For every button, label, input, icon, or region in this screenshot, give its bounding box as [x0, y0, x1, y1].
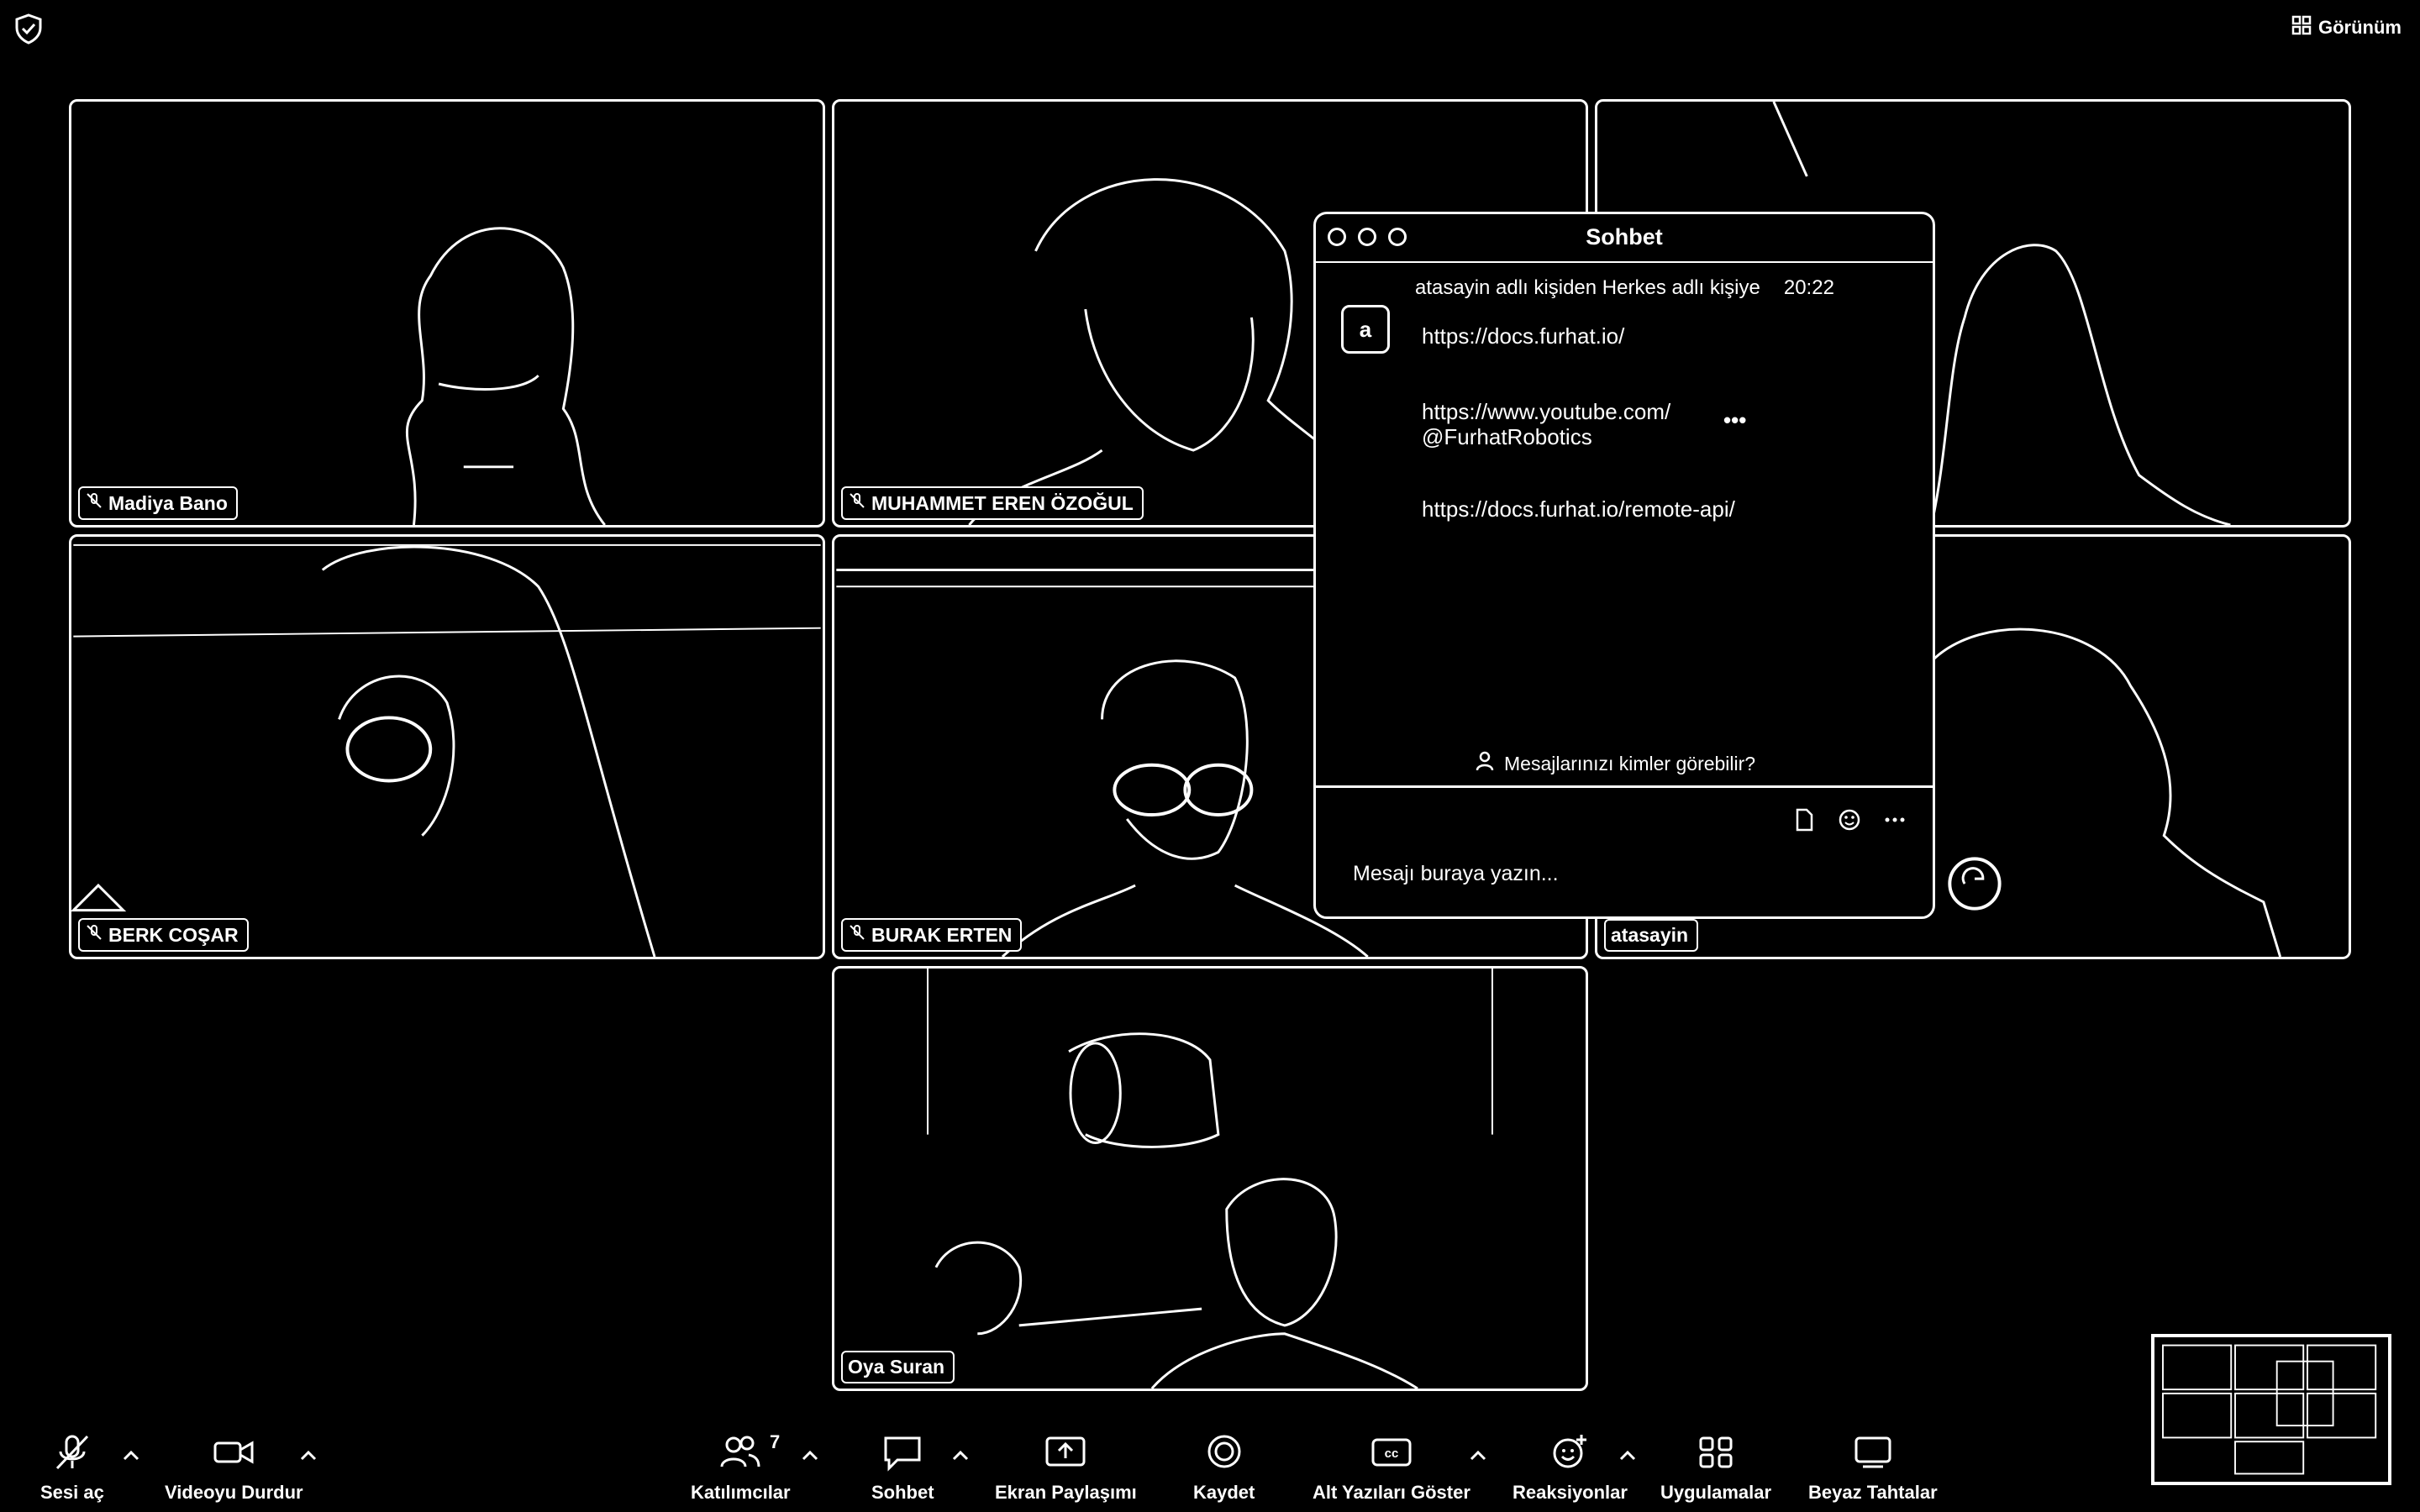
thumbnail-preview — [2162, 1344, 2377, 1475]
share-screen-button[interactable]: Ekran Paylaşımı — [995, 1433, 1137, 1504]
participant-name-tag: Madiya Bano — [78, 486, 238, 520]
participant-name-tag: Oya Suran — [841, 1351, 955, 1383]
stop-video-label: Videoyu Durdur — [165, 1482, 303, 1503]
participants-count: 7 — [770, 1431, 781, 1452]
message-header: atasayin adlı kişiden Herkes adlı kişiye… — [1415, 276, 1834, 300]
record-button[interactable]: Kaydet — [1193, 1433, 1255, 1504]
chevron-up-icon[interactable] — [299, 1450, 318, 1462]
message-link[interactable]: @FurhatRobotics — [1422, 424, 1592, 450]
message-more-button[interactable]: ••• — [1723, 407, 1746, 433]
security-shield-icon[interactable] — [12, 12, 45, 45]
chevron-up-icon[interactable] — [1469, 1450, 1487, 1462]
participant-name-tag: atasayin — [1604, 919, 1699, 952]
chat-titlebar[interactable]: Sohbet — [1316, 214, 1933, 263]
mic-muted-icon — [848, 491, 866, 515]
whiteboards-button[interactable]: Beyaz Tahtalar — [1808, 1433, 1938, 1504]
participant-video — [405, 227, 606, 525]
more-icon[interactable] — [1882, 807, 1907, 837]
captions-button[interactable]: cc Alt Yazıları Göster — [1313, 1433, 1470, 1504]
participant-video — [71, 543, 821, 957]
svg-text:cc: cc — [1385, 1446, 1399, 1461]
closed-captions-icon: cc — [1370, 1433, 1413, 1477]
participant-name: BERK COŞAR — [108, 923, 239, 946]
chevron-up-icon[interactable] — [1618, 1450, 1637, 1462]
mic-muted-icon — [848, 923, 866, 947]
reactions-label: Reaksiyonlar — [1512, 1482, 1628, 1503]
captions-label: Alt Yazıları Göster — [1313, 1482, 1470, 1503]
file-icon[interactable] — [1791, 807, 1817, 837]
participant-name: Oya Suran — [848, 1356, 945, 1378]
chat-label: Sohbet — [871, 1482, 934, 1503]
participant-name-tag: BERK COŞAR — [78, 918, 249, 952]
chat-divider — [1316, 785, 1933, 788]
share-screen-icon — [1044, 1433, 1087, 1477]
apps-label: Uygulamalar — [1660, 1482, 1772, 1503]
participants-icon — [718, 1433, 762, 1477]
mic-muted-icon — [50, 1433, 94, 1477]
record-label: Kaydet — [1193, 1482, 1255, 1503]
message-time: 20:22 — [1783, 276, 1834, 299]
participant-name: Madiya Bano — [108, 491, 228, 514]
chat-message-input[interactable] — [1351, 861, 1892, 887]
user-eye-icon — [1476, 750, 1497, 777]
participant-name-tag: BURAK ERTEN — [841, 918, 1023, 952]
stop-video-button[interactable]: Videoyu Durdur — [165, 1433, 303, 1504]
participants-label: Katılımcılar — [691, 1482, 791, 1503]
view-button[interactable]: Görünüm — [2291, 15, 2402, 40]
sender-avatar: a — [1341, 305, 1390, 354]
message-link[interactable]: https://docs.furhat.io/ — [1422, 323, 1624, 349]
video-tile[interactable]: Oya Suran — [832, 966, 1588, 1391]
mic-muted-icon — [85, 491, 103, 515]
emoji-icon[interactable] — [1837, 807, 1862, 837]
participant-video — [927, 969, 1493, 1389]
view-label: Görünüm — [2318, 17, 2402, 38]
whiteboard-icon — [1851, 1433, 1895, 1477]
whiteboards-label: Beyaz Tahtalar — [1808, 1482, 1938, 1503]
unmute-label: Sesi aç — [40, 1482, 104, 1503]
message-link[interactable]: https://www.youtube.com/ — [1422, 399, 1670, 425]
unmute-button[interactable]: Sesi aç — [40, 1433, 104, 1504]
self-view-thumbnail[interactable] — [2151, 1334, 2391, 1485]
who-can-see-button[interactable]: Mesajlarınızı kimler görebilir? — [1476, 750, 1755, 777]
chevron-up-icon[interactable] — [801, 1450, 819, 1462]
video-tile[interactable]: Madiya Bano — [69, 99, 825, 528]
apps-button[interactable]: Uygulamalar — [1660, 1433, 1771, 1504]
chat-window[interactable]: Sohbet atasayin adlı kişiden Herkes adlı… — [1313, 212, 1935, 919]
message-sender: atasayin adlı kişiden Herkes adlı kişiye — [1415, 276, 1760, 299]
record-icon — [1202, 1433, 1246, 1477]
grid-icon — [2291, 15, 2312, 40]
chevron-up-icon[interactable] — [122, 1450, 140, 1462]
message-link[interactable]: https://docs.furhat.io/remote-api/ — [1422, 496, 1735, 522]
chat-bubble-icon — [881, 1433, 924, 1477]
participant-name: BURAK ERTEN — [871, 923, 1013, 946]
chevron-up-icon[interactable] — [951, 1450, 970, 1462]
apps-icon — [1694, 1433, 1738, 1477]
video-camera-icon — [212, 1433, 255, 1477]
privacy-text: Mesajlarınızı kimler görebilir? — [1504, 752, 1756, 774]
meeting-toolbar: Sesi aç Videoyu Durdur Katılımcılar 7 So… — [0, 1413, 2420, 1512]
reactions-button[interactable]: Reaksiyonlar — [1512, 1433, 1628, 1504]
chat-tools — [1791, 807, 1907, 837]
participant-name: MUHAMMET EREN ÖZOĞUL — [871, 491, 1134, 514]
participant-name: atasayin — [1611, 924, 1689, 946]
emoji-plus-icon — [1548, 1433, 1591, 1477]
mic-muted-icon — [85, 923, 103, 947]
share-screen-label: Ekran Paylaşımı — [995, 1482, 1137, 1503]
chat-button[interactable]: Sohbet — [871, 1433, 934, 1504]
video-tile[interactable]: BERK COŞAR — [69, 534, 825, 959]
participant-name-tag: MUHAMMET EREN ÖZOĞUL — [841, 486, 1144, 520]
chat-title: Sohbet — [1586, 224, 1663, 249]
